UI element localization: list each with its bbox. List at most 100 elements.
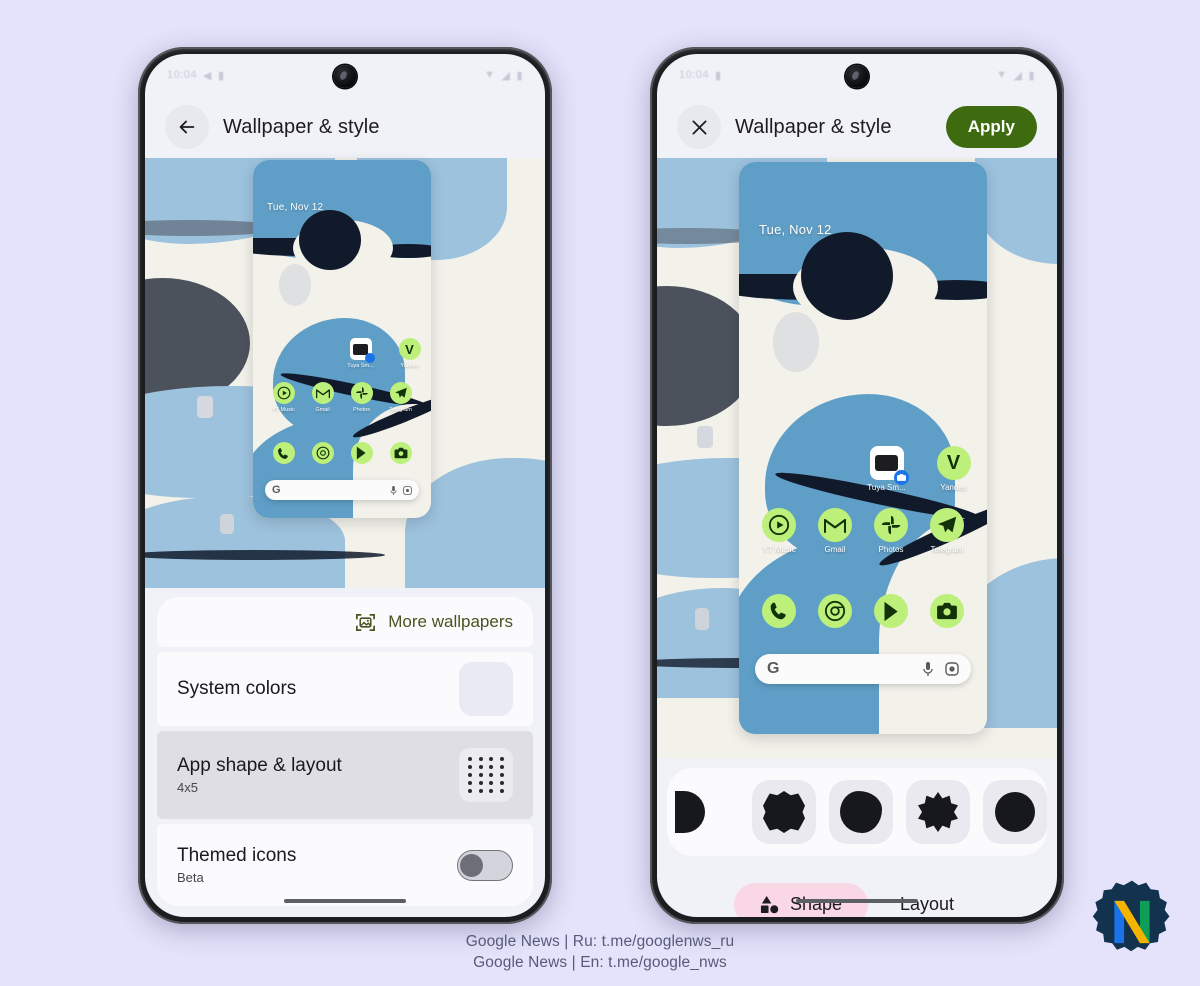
status-bar-left-cluster: 10:04 ▮ bbox=[679, 69, 722, 82]
google-photos-icon bbox=[350, 382, 373, 404]
microphone-icon[interactable] bbox=[390, 485, 397, 495]
phone-left: Tue, Nov 12 Tuya Sm... V Yandex YT Music… bbox=[138, 47, 552, 924]
close-button[interactable] bbox=[677, 105, 721, 149]
app-grid-icon[interactable] bbox=[459, 748, 513, 802]
arrow-left-icon bbox=[179, 120, 195, 134]
shape-option-partial-left[interactable] bbox=[675, 780, 739, 844]
back-button[interactable] bbox=[165, 105, 209, 149]
status-time: 10:04 bbox=[167, 69, 198, 81]
preview-dock-chrome-left[interactable]: Chrome bbox=[304, 442, 341, 473]
preview-app-yandex-right[interactable]: V Yandex bbox=[924, 446, 983, 492]
row-subtitle: 4x5 bbox=[177, 780, 198, 795]
preview-dock-camera-right[interactable]: Camera bbox=[921, 594, 973, 640]
preview-dock-playstore-left[interactable]: Play Store bbox=[343, 442, 380, 473]
tab-layout-label: Layout bbox=[900, 893, 955, 914]
youtube-music-icon bbox=[762, 508, 796, 542]
preview-date-right: Tue, Nov 12 bbox=[759, 222, 832, 237]
close-icon bbox=[692, 120, 706, 134]
shape-option-clover[interactable] bbox=[752, 780, 816, 844]
more-wallpapers-button[interactable]: More wallpapers bbox=[157, 597, 533, 647]
status-bar-right-cluster: ▼ ◢ ▮ bbox=[484, 69, 523, 82]
notification-icon: ▮ bbox=[715, 69, 722, 82]
front-camera-punch-hole-right bbox=[845, 65, 869, 88]
status-bar-right-cluster: ▼ ◢ ▮ bbox=[996, 69, 1035, 82]
preview-app-label: Yandex bbox=[940, 483, 967, 492]
preview-app-label: Photos bbox=[352, 407, 371, 413]
preview-app-gmail-right[interactable]: Gmail bbox=[809, 508, 861, 554]
color-swatch[interactable] bbox=[459, 662, 513, 716]
signal-icon: ◢ bbox=[1013, 69, 1023, 82]
image-frame-icon bbox=[356, 613, 376, 631]
apply-button[interactable]: Apply bbox=[945, 106, 1037, 148]
row-title: Themed icons bbox=[177, 845, 297, 866]
gmail-icon bbox=[311, 382, 334, 404]
mode-tab-bar: Shape Layout bbox=[657, 876, 1057, 917]
preview-dock-playstore-right[interactable]: Play Store bbox=[865, 594, 917, 640]
footer-line-ru: Google News | Ru: t.me/googlenws_ru bbox=[465, 933, 735, 951]
tuya-smart-icon bbox=[353, 343, 368, 355]
preview-app-ytmusic-left[interactable]: YT Music bbox=[265, 382, 302, 413]
status-bar-left-cluster: 10:04 ◀ ▮ bbox=[167, 69, 225, 82]
gesture-bar-left[interactable] bbox=[284, 899, 406, 903]
phone-icon bbox=[272, 442, 295, 464]
gesture-bar-right[interactable] bbox=[796, 899, 918, 903]
preview-dock-phone-left[interactable]: Phone bbox=[265, 442, 302, 473]
row-trailing[interactable] bbox=[457, 849, 513, 881]
more-wallpapers-label: More wallpapers bbox=[388, 612, 513, 631]
preview-search-bar-right[interactable]: G bbox=[755, 654, 971, 684]
phone-right: Tue, Nov 12 Tuya Sm... V Yandex YT Music… bbox=[650, 47, 1064, 924]
microphone-icon[interactable] bbox=[923, 662, 933, 676]
camera-icon bbox=[389, 442, 412, 464]
phone-left-screen: Tue, Nov 12 Tuya Sm... V Yandex YT Music… bbox=[145, 54, 545, 917]
youtube-music-icon bbox=[272, 382, 295, 404]
preview-app-gmail-left[interactable]: Gmail bbox=[304, 382, 341, 413]
preview-dock-chrome-right[interactable]: Chrome bbox=[809, 594, 861, 640]
google-g-icon: G bbox=[272, 484, 281, 496]
shape-option-cog-star[interactable] bbox=[906, 780, 970, 844]
row-text-group: App shape & layout 4x5 bbox=[177, 755, 342, 795]
gmail-icon bbox=[818, 508, 852, 542]
preview-app-ytmusic-right[interactable]: YT Music bbox=[753, 508, 805, 554]
signal-icon: ◢ bbox=[501, 69, 511, 82]
row-title: App shape & layout bbox=[177, 755, 342, 776]
preview-app-photos-left[interactable]: Photos bbox=[343, 382, 380, 413]
themed-icons-toggle[interactable] bbox=[457, 849, 513, 881]
preview-date-left: Tue, Nov 12 bbox=[267, 202, 324, 213]
row-trailing[interactable] bbox=[459, 748, 513, 802]
preview-app-yandex-left[interactable]: V Yandex bbox=[388, 338, 431, 369]
wallpaper-preview-card-right[interactable]: Tue, Nov 12 Tuya Sm... V Yandex YT Music… bbox=[739, 162, 987, 734]
settings-row-system-colors[interactable]: System colors bbox=[157, 652, 533, 726]
telegram-icon bbox=[930, 508, 964, 542]
battery-icon: ▮ bbox=[1028, 69, 1035, 82]
preview-dock-camera-left[interactable]: Camera bbox=[382, 442, 419, 473]
wallpaper-preview-card-left[interactable]: Tue, Nov 12 Tuya Sm... V Yandex YT Music… bbox=[253, 160, 431, 518]
shape-option-circle[interactable] bbox=[983, 780, 1047, 844]
front-camera-punch-hole-left bbox=[333, 65, 357, 88]
shapes-icon bbox=[760, 895, 779, 913]
preview-app-tuya-right[interactable]: Tuya Sm... bbox=[857, 446, 916, 492]
preview-app-telegram-left[interactable]: Telegram bbox=[382, 382, 419, 413]
screenshot-stage: Tue, Nov 12 Tuya Sm... V Yandex YT Music… bbox=[0, 0, 1200, 986]
google-lens-icon[interactable] bbox=[945, 662, 959, 676]
shape-carousel[interactable] bbox=[667, 768, 1047, 856]
preview-app-label: Telegram bbox=[389, 407, 412, 413]
phone-icon bbox=[762, 594, 796, 628]
preview-app-tuya-left[interactable]: Tuya Sm... bbox=[339, 338, 382, 369]
page-title: Wallpaper & style bbox=[735, 115, 892, 138]
google-lens-icon[interactable] bbox=[403, 485, 412, 495]
shape-option-flower[interactable] bbox=[829, 780, 893, 844]
preview-app-telegram-right[interactable]: Telegram bbox=[921, 508, 973, 554]
yandex-icon: V bbox=[936, 446, 971, 480]
footer: Google News | Ru: t.me/googlenws_ru Goog… bbox=[0, 932, 1200, 974]
preview-dock-phone-right[interactable]: Phone bbox=[753, 594, 805, 640]
google-photos-icon bbox=[874, 508, 908, 542]
settings-row-themed-icons[interactable]: Themed icons Beta bbox=[157, 824, 533, 906]
settings-row-app-shape-layout[interactable]: App shape & layout 4x5 bbox=[157, 731, 533, 819]
preview-app-label: YT Music bbox=[762, 545, 796, 554]
settings-list-left: More wallpapers System colors App shape … bbox=[157, 597, 533, 917]
preview-search-bar-left[interactable]: G bbox=[265, 480, 419, 500]
row-trailing[interactable] bbox=[459, 662, 513, 716]
preview-app-photos-right[interactable]: Photos bbox=[865, 508, 917, 554]
row-text-group: System colors bbox=[177, 678, 296, 700]
phone-right-screen: Tue, Nov 12 Tuya Sm... V Yandex YT Music… bbox=[657, 54, 1057, 917]
